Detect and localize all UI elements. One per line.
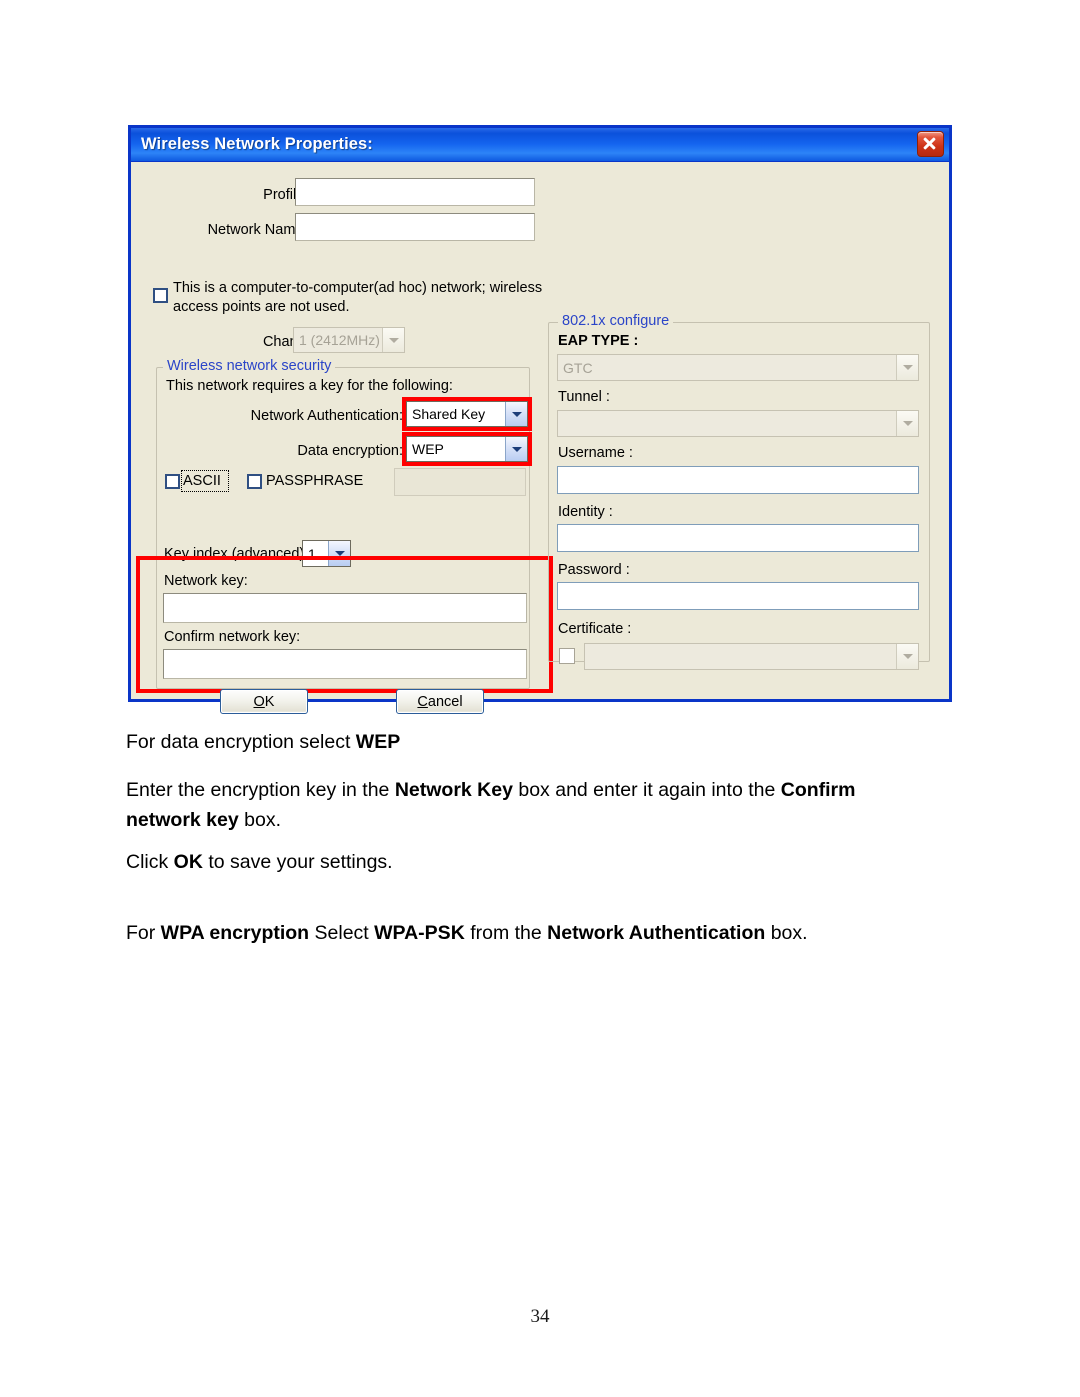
page-number: 34 [530, 1306, 550, 1327]
p2-text-b: Network Key [394, 779, 513, 801]
confirm-network-key-label: Confirm network key: [164, 629, 301, 645]
security-intro-text: This network requires a key for the foll… [166, 378, 453, 394]
p3-text-a: Click [126, 851, 174, 873]
chevron-down-icon[interactable] [896, 644, 918, 669]
p4-text-b: WPA encryption [160, 922, 310, 944]
certificate-dropdown[interactable] [584, 643, 919, 670]
adhoc-network-checkbox[interactable] [153, 288, 168, 303]
passphrase-label: PASSPHRASE [266, 473, 364, 489]
channel-dropdown[interactable]: 1 (2412MHz) [293, 327, 405, 353]
eap-type-dropdown[interactable]: GTC [557, 354, 919, 381]
ok-accel: O [253, 693, 265, 710]
certificate-checkbox[interactable] [559, 648, 575, 664]
p4-text-d: WPA-PSK [374, 922, 465, 944]
network-authentication-label: Network Authentication: [250, 408, 403, 424]
network-authentication-dropdown[interactable]: Shared Key [406, 401, 528, 427]
tunnel-dropdown[interactable] [557, 410, 919, 437]
dialog-titlebar: Wireless Network Properties: [131, 128, 949, 162]
p4-text-c: Select [309, 922, 375, 944]
wireless-network-properties-dialog: Wireless Network Properties: Profile Nam… [128, 125, 952, 714]
paragraph-wpa: For WPA encryption Select WPA-PSK from t… [126, 918, 976, 948]
close-icon[interactable] [917, 131, 944, 157]
key-index-label: Key index (advanced): [164, 546, 309, 562]
chevron-down-icon[interactable] [896, 411, 918, 436]
username-input[interactable] [557, 466, 919, 494]
username-label: Username : [558, 445, 633, 461]
data-encryption-label: Data encryption: [297, 443, 403, 459]
confirm-network-key-input[interactable] [163, 649, 527, 679]
paragraph-click-ok: Click OK to save your settings. [126, 847, 956, 877]
channel-value: 1 (2412MHz) [299, 332, 380, 348]
paragraph-wep: For data encryption select WEP [126, 727, 956, 757]
p3-text-c: to save your settings. [202, 851, 393, 873]
certificate-label: Certificate : [558, 621, 632, 637]
eap-type-label: EAP TYPE : [558, 333, 639, 349]
identity-input[interactable] [557, 524, 919, 552]
p1-text-b: WEP [355, 731, 401, 753]
data-encryption-value: WEP [412, 441, 444, 457]
chevron-down-icon[interactable] [328, 541, 350, 566]
identity-label: Identity : [558, 504, 613, 520]
network-key-label: Network key: [164, 573, 248, 589]
p2-text-e: box. [238, 809, 281, 831]
p4-text-g: box. [765, 922, 808, 944]
chevron-down-icon[interactable] [382, 328, 404, 352]
password-input[interactable] [557, 582, 919, 610]
ascii-label: ASCII [183, 473, 221, 489]
key-index-value: 1 [308, 545, 316, 562]
ok-rest: K [264, 693, 275, 710]
p3-text-b: OK [173, 851, 203, 873]
wireless-network-security-legend: Wireless network security [163, 358, 336, 374]
p1-text-a: For data encryption select [126, 731, 356, 753]
p4-text-a: For [126, 922, 161, 944]
p4-text-f: Network Authentication [547, 922, 766, 944]
cancel-rest: ancel [427, 693, 463, 710]
chevron-down-icon[interactable] [896, 355, 918, 380]
p2-text-a: Enter the encryption key in the [126, 779, 395, 801]
chevron-down-icon[interactable] [505, 437, 527, 461]
passphrase-checkbox[interactable] [247, 474, 262, 489]
p4-text-e: from the [464, 922, 548, 944]
dialog-body: Profile Name: Network Name(SSID): This i… [131, 162, 949, 714]
passphrase-input[interactable] [394, 468, 526, 496]
profile-name-input[interactable] [295, 178, 535, 206]
ascii-checkbox[interactable] [165, 474, 180, 489]
p2-text-c: box and enter it again into the [512, 779, 781, 801]
dialog-title: Wireless Network Properties: [141, 135, 373, 153]
data-encryption-dropdown[interactable]: WEP [406, 436, 528, 462]
cancel-button[interactable]: Cancel [396, 689, 484, 714]
chevron-down-icon[interactable] [505, 402, 527, 426]
dot1x-configure-legend: 802.1x configure [558, 313, 674, 329]
password-label: Password : [558, 562, 630, 578]
network-authentication-value: Shared Key [412, 406, 486, 422]
adhoc-network-label: This is a computer-to-computer(ad hoc) n… [173, 280, 543, 315]
ssid-input[interactable] [295, 213, 535, 241]
paragraph-enter-key: Enter the encryption key in the Network … [126, 775, 930, 835]
tunnel-label: Tunnel : [558, 389, 610, 405]
ok-button[interactable]: OK [220, 689, 308, 714]
cancel-accel: C [417, 693, 428, 710]
key-index-dropdown[interactable]: 1 [302, 540, 351, 567]
eap-type-value: GTC [563, 359, 593, 376]
network-key-input[interactable] [163, 593, 527, 623]
